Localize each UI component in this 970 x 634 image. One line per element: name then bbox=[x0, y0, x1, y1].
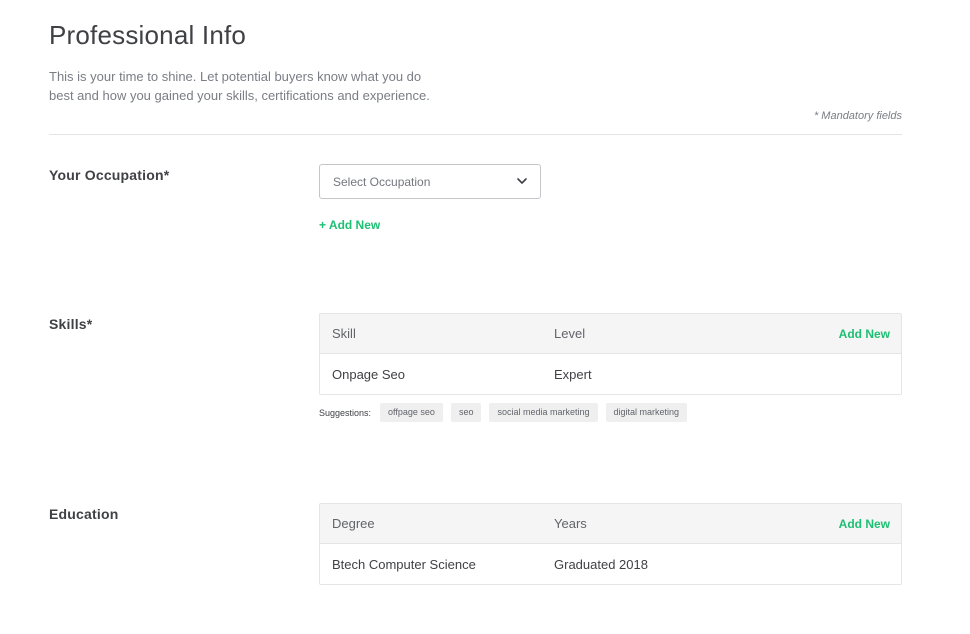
page-title: Professional Info bbox=[49, 20, 247, 50]
table-row: Onpage Seo Expert bbox=[320, 354, 901, 394]
education-table: Degree Years Add New Btech Computer Scie… bbox=[319, 503, 902, 585]
skills-table: Skill Level Add New Onpage Seo Expert bbox=[319, 313, 902, 395]
occupation-select-placeholder: Select Occupation bbox=[333, 174, 431, 189]
mandatory-fields-note: * Mandatory fields bbox=[813, 110, 902, 122]
skills-column-skill: Skill bbox=[332, 326, 356, 341]
skill-level-cell: Expert bbox=[554, 366, 592, 382]
skills-table-header: Skill Level Add New bbox=[320, 314, 901, 354]
education-degree-cell: Btech Computer Science bbox=[332, 556, 476, 572]
skill-suggestions: Suggestions: offpage seo seo social medi… bbox=[319, 403, 688, 422]
header-divider bbox=[49, 134, 902, 135]
suggestion-chip[interactable]: offpage seo bbox=[380, 403, 443, 422]
suggestion-chip[interactable]: digital marketing bbox=[605, 403, 688, 422]
education-add-new-button[interactable]: Add New bbox=[839, 517, 901, 531]
education-column-years: Years bbox=[554, 516, 587, 531]
skill-name-cell: Onpage Seo bbox=[332, 366, 406, 382]
suggestion-chip[interactable]: social media marketing bbox=[489, 403, 598, 422]
occupation-label: Your Occupation* bbox=[49, 167, 170, 183]
occupation-add-new-link[interactable]: + Add New bbox=[319, 218, 380, 232]
professional-info-page: Professional Info This is your time to s… bbox=[0, 0, 970, 634]
chevron-down-icon bbox=[516, 176, 528, 188]
suggestions-label: Suggestions: bbox=[319, 407, 372, 418]
skills-add-new-button[interactable]: Add New bbox=[839, 327, 901, 341]
occupation-select[interactable]: Select Occupation bbox=[319, 164, 541, 199]
education-years-cell: Graduated 2018 bbox=[554, 556, 648, 572]
skills-column-level: Level bbox=[554, 326, 586, 341]
suggestion-chip[interactable]: seo bbox=[450, 403, 482, 422]
education-label: Education bbox=[49, 506, 119, 522]
page-subtitle: This is your time to shine. Let potentia… bbox=[49, 69, 430, 103]
education-table-header: Degree Years Add New bbox=[320, 504, 901, 544]
skills-label: Skills* bbox=[49, 316, 93, 332]
education-column-degree: Degree bbox=[332, 516, 375, 531]
table-row: Btech Computer Science Graduated 2018 bbox=[320, 544, 901, 584]
